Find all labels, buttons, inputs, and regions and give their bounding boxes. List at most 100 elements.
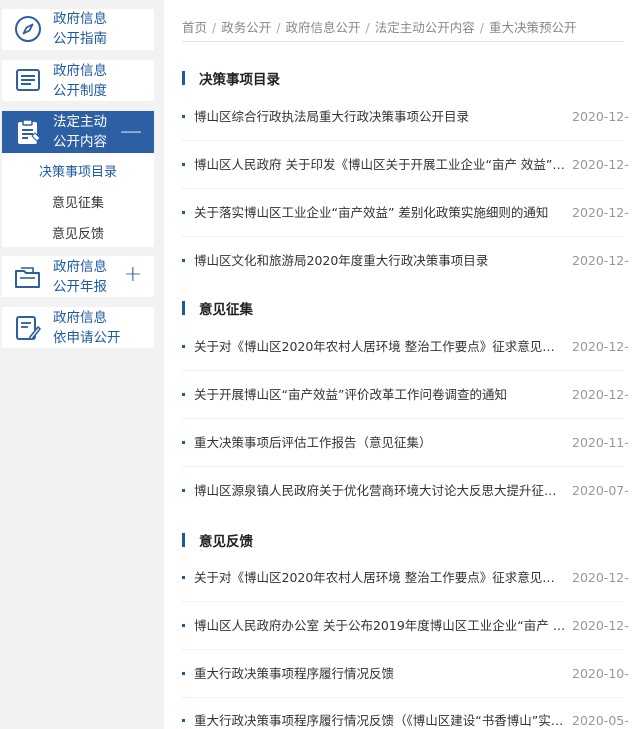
sub-item-opinion-feedback[interactable]: 意见反馈 <box>2 223 154 242</box>
list-item[interactable]: 博山区人民政府 关于印发《博山区关于开展工业企业“亩产 效益”综合评价改革实施方… <box>182 156 642 176</box>
expand-toggle[interactable]: + <box>124 264 142 286</box>
folder-icon <box>12 261 44 293</box>
section-title: 决策事项目录 <box>199 72 280 88</box>
bullet <box>182 489 185 492</box>
list-item[interactable]: 关于开展博山区“亩产效益”评价改革工作问卷调查的通知 2020-12- <box>182 386 642 406</box>
sub-item-opinion-collection[interactable]: 意见征集 <box>2 192 154 211</box>
bullet <box>182 163 185 166</box>
breadcrumb-separator: / <box>365 20 370 35</box>
list-item-title[interactable]: 博山区综合行政执法局重大行政决策事项公开目录 <box>194 108 566 126</box>
sidebar-item-mandatory: 法定主动 公开内容 — 决策事项目录 意见征集 意见反馈 <box>2 111 154 247</box>
bullet <box>182 441 185 444</box>
list-item[interactable]: 重大行政决策事项程序履行情况反馈 2020-10- <box>182 665 642 685</box>
list-item-title[interactable]: 关于落实博山区工业企业“亩产效益” 差别化政策实施细则的通知 <box>194 204 566 222</box>
list-item-date: 2020-12- <box>572 253 629 268</box>
sidebar-item-rules-row[interactable]: 政府信息 公开制度 <box>2 60 154 101</box>
divider <box>182 41 624 42</box>
list-item-date: 2020-05- <box>572 713 629 728</box>
divider <box>182 697 624 698</box>
bullet <box>182 672 185 675</box>
list-item-date: 2020-12- <box>572 205 629 220</box>
divider <box>182 466 624 467</box>
sidebar-item-rules[interactable]: 政府信息 公开制度 <box>2 60 154 101</box>
sidebar-item-annual-report-row[interactable]: 政府信息 公开年报 + <box>2 256 154 297</box>
collapse-toggle[interactable]: — <box>120 121 142 143</box>
document-list-icon <box>12 64 44 96</box>
bullet <box>182 624 185 627</box>
list-item[interactable]: 博山区人民政府办公室 关于公布2019年度博山区工业企业“亩产 效益”综合评价结… <box>182 617 642 637</box>
list-item[interactable]: 博山区文化和旅游局2020年度重大行政决策事项目录 2020-12- <box>182 252 642 272</box>
divider <box>182 649 624 650</box>
breadcrumb-info-disclosure[interactable]: 政府信息公开 <box>285 20 360 35</box>
list-item-date: 2020-10- <box>572 666 629 681</box>
list-item-title[interactable]: 博山区源泉镇人民政府关于优化营商环境大讨论大反思大提升征求意见的公告 <box>194 482 566 500</box>
section-bar <box>182 533 185 547</box>
list-item-date: 2020-12- <box>572 387 629 402</box>
divider <box>182 236 624 237</box>
section-title: 意见反馈 <box>199 534 253 550</box>
list-item-title[interactable]: 关于对《博山区2020年农村人居环境 整治工作要点》征求意见的通知 <box>194 338 566 356</box>
compass-icon <box>12 13 44 45</box>
list-item-title[interactable]: 博山区文化和旅游局2020年度重大行政决策事项目录 <box>194 252 566 270</box>
sidebar-item-on-request-row[interactable]: 政府信息 依申请公开 <box>2 307 154 348</box>
bullet <box>182 719 185 722</box>
sidebar-item-label: 法定主动 公开内容 <box>53 114 107 150</box>
sidebar-item-label: 政府信息 依申请公开 <box>53 310 121 346</box>
list-item[interactable]: 关于对《博山区2020年农村人居环境 整治工作要点》征求意见的结果反馈 2020-… <box>182 569 642 589</box>
list-item-date: 2020-12- <box>572 618 629 633</box>
list-item-title[interactable]: 博山区人民政府 关于印发《博山区关于开展工业企业“亩产 效益”综合评价改革实施方… <box>194 156 566 174</box>
divider <box>182 188 624 189</box>
list-item-title[interactable]: 重大决策事项后评估工作报告（意见征集） <box>194 434 566 452</box>
list-item[interactable]: 博山区源泉镇人民政府关于优化营商环境大讨论大反思大提升征求意见的公告 2020-0… <box>182 482 642 502</box>
list-item-title[interactable]: 关于对《博山区2020年农村人居环境 整治工作要点》征求意见的结果反馈 <box>194 569 566 587</box>
sidebar-item-annual-report[interactable]: 政府信息 公开年报 + <box>2 256 154 297</box>
edit-document-icon <box>12 312 44 344</box>
section-bar <box>182 71 185 85</box>
bullet <box>182 211 185 214</box>
list-item-date: 2020-11- <box>572 435 629 450</box>
list-item[interactable]: 重大行政决策事项程序履行情况反馈（《博山区建设“书香博山”实施方案》） 2020-… <box>182 712 642 729</box>
sidebar-item-on-request[interactable]: 政府信息 依申请公开 <box>2 307 154 348</box>
list-item[interactable]: 重大决策事项后评估工作报告（意见征集） 2020-11- <box>182 434 642 454</box>
breadcrumb: 首页 / 政务公开 / 政府信息公开 / 法定主动公开内容 / 重大决策预公开 <box>182 17 576 36</box>
sidebar-item-guide[interactable]: 政府信息 公开指南 <box>2 9 154 50</box>
bullet <box>182 115 185 118</box>
sub-item-decision-catalog[interactable]: 决策事项目录 <box>2 161 154 180</box>
breadcrumb-gov-affairs[interactable]: 政务公开 <box>221 20 271 35</box>
breadcrumb-mandatory[interactable]: 法定主动公开内容 <box>375 20 475 35</box>
sidebar: 政府信息 公开指南 政府信息 公开制度 法定主动 公开内容 — 决策事项目录 意… <box>0 0 164 729</box>
bullet <box>182 345 185 348</box>
list-item[interactable]: 关于落实博山区工业企业“亩产效益” 差别化政策实施细则的通知 2020-12- <box>182 204 642 224</box>
bullet <box>182 393 185 396</box>
list-item-title[interactable]: 博山区人民政府办公室 关于公布2019年度博山区工业企业“亩产 效益”综合评价结… <box>194 617 566 635</box>
sidebar-item-label: 政府信息 公开制度 <box>53 63 107 99</box>
list-item-date: 2020-12- <box>572 339 629 354</box>
breadcrumb-home[interactable]: 首页 <box>182 20 207 35</box>
bullet <box>182 576 185 579</box>
breadcrumb-separator: / <box>479 20 484 35</box>
sidebar-item-label: 政府信息 公开年报 <box>53 259 107 295</box>
content-panel: 首页 / 政务公开 / 政府信息公开 / 法定主动公开内容 / 重大决策预公开 决策事项目录 博… <box>164 0 642 729</box>
clipboard-edit-icon <box>12 116 44 148</box>
list-item[interactable]: 关于对《博山区2020年农村人居环境 整治工作要点》征求意见的通知 2020-12… <box>182 338 642 358</box>
sidebar-item-mandatory-row[interactable]: 法定主动 公开内容 — <box>2 111 154 153</box>
list-item[interactable]: 博山区综合行政执法局重大行政决策事项公开目录 2020-12- <box>182 108 642 128</box>
breadcrumb-separator: / <box>212 20 217 35</box>
section-bar <box>182 301 185 315</box>
breadcrumb-current[interactable]: 重大决策预公开 <box>489 20 577 35</box>
list-item-title[interactable]: 重大行政决策事项程序履行情况反馈 <box>194 665 566 683</box>
list-item-title[interactable]: 重大行政决策事项程序履行情况反馈（《博山区建设“书香博山”实施方案》） <box>194 712 566 729</box>
divider <box>182 601 624 602</box>
list-item-date: 2020-07- <box>572 483 629 498</box>
breadcrumb-separator: / <box>276 20 281 35</box>
divider <box>182 370 624 371</box>
list-item-title[interactable]: 关于开展博山区“亩产效益”评价改革工作问卷调查的通知 <box>194 386 566 404</box>
divider <box>182 418 624 419</box>
list-item-date: 2020-12- <box>572 109 629 124</box>
divider <box>182 140 624 141</box>
sidebar-item-guide-row[interactable]: 政府信息 公开指南 <box>2 9 154 50</box>
list-item-date: 2020-12- <box>572 570 629 585</box>
section-title: 意见征集 <box>199 302 253 318</box>
bullet <box>182 259 185 262</box>
sidebar-item-label: 政府信息 公开指南 <box>53 11 107 47</box>
